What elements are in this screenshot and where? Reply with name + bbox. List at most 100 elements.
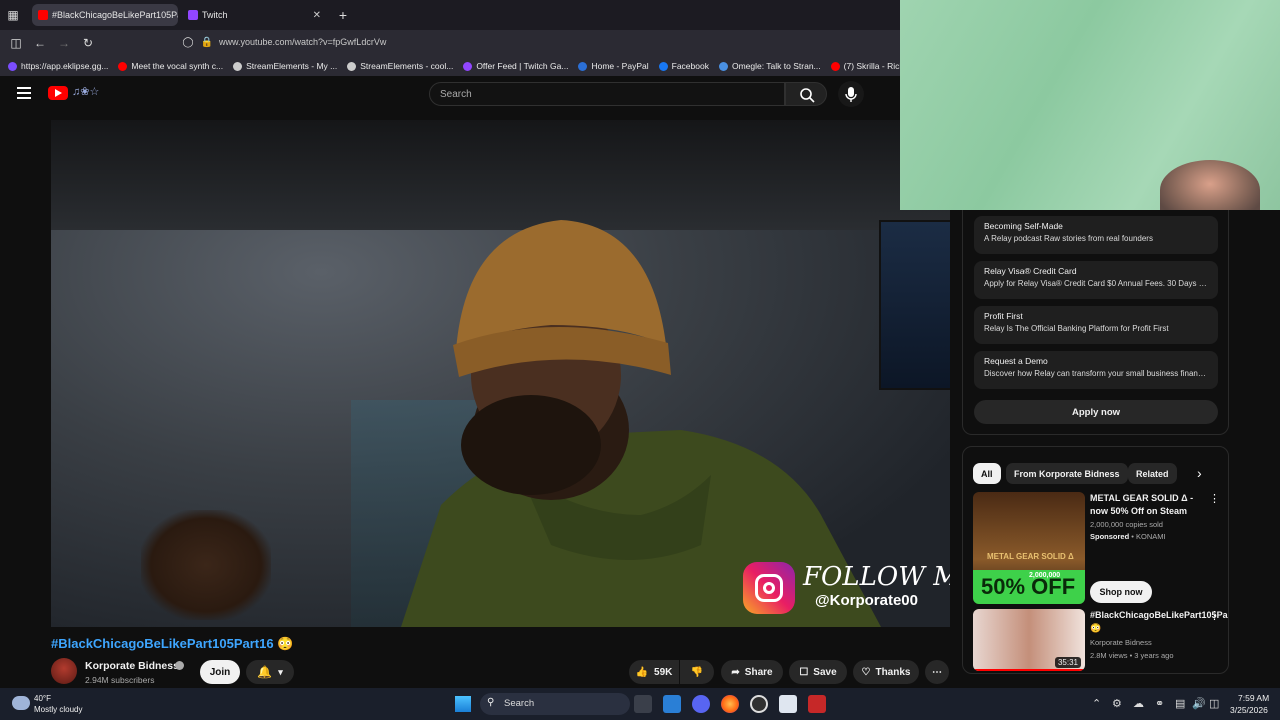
- app-icon[interactable]: [663, 695, 681, 713]
- join-button[interactable]: Join: [200, 660, 240, 684]
- like-button[interactable]: 👍 59K: [629, 660, 679, 684]
- bookmark-icon: [578, 61, 588, 71]
- ad-description: Apply for Relay Visa® Credit Card $0 Ann…: [984, 279, 1208, 288]
- bookmark-label: Omegle: Talk to Stran...: [731, 61, 821, 71]
- bookmark-label: StreamElements - cool...: [360, 61, 454, 71]
- bookmarks-bar: https://app.eklipse.gg... Meet the vocal…: [0, 56, 900, 76]
- bookmark-item[interactable]: (7) Skrilla - Rich Sinner...: [830, 61, 900, 71]
- microphone-tray-icon[interactable]: ⚭: [1155, 697, 1164, 710]
- bookmark-item[interactable]: Offer Feed | Twitch Ga...: [463, 61, 568, 71]
- bookmark-item[interactable]: Omegle: Talk to Stran...: [718, 61, 821, 71]
- bookmark-item[interactable]: StreamElements - My ...: [233, 61, 337, 71]
- forward-icon[interactable]: →: [56, 35, 72, 51]
- tab-label: #BlackChicagoBeLikePart105Pa: [52, 10, 178, 20]
- tab-label: Twitch: [202, 10, 228, 20]
- rec-meta: 2,000,000 copies sold: [1090, 520, 1163, 529]
- webcam-person: [1160, 160, 1260, 210]
- bookmark-save-icon: ☐: [799, 666, 809, 678]
- close-tab-icon[interactable]: ✕: [309, 10, 321, 21]
- doodle-icon: ♫❀☆: [72, 86, 100, 98]
- rec-title[interactable]: #BlackChicagoBeLikePart105Part17 😳: [1090, 609, 1228, 635]
- volume-icon[interactable]: 🔊: [1192, 697, 1206, 710]
- chevron-right-icon[interactable]: ›: [1197, 465, 1202, 481]
- clock-date[interactable]: 3/25/2026: [1230, 705, 1268, 715]
- shield-icon[interactable]: ◯: [180, 35, 196, 51]
- dislike-button[interactable]: 👎: [680, 660, 714, 684]
- windows-start-icon[interactable]: [455, 696, 471, 712]
- bookmark-icon: [118, 61, 128, 71]
- bookmark-item[interactable]: StreamElements - cool...: [347, 61, 453, 71]
- back-icon[interactable]: ←: [32, 35, 48, 51]
- menu-icon[interactable]: [17, 87, 31, 99]
- recommendations-panel: All From Korporate Bidness Related › MET…: [962, 446, 1229, 674]
- youtube-favicon-icon: [38, 10, 48, 20]
- twitch-favicon-icon: [188, 10, 198, 20]
- weather-temp: 40°F: [34, 694, 51, 703]
- share-button[interactable]: ➦ Share: [721, 660, 783, 684]
- thumbs-up-icon: 👍: [635, 666, 649, 678]
- sponsored-thumbnail[interactable]: METAL GEAR SOLID Δ 50% OFF 2,000,000: [973, 492, 1085, 604]
- tab-youtube[interactable]: #BlackChicagoBeLikePart105Pa ✕: [32, 4, 178, 26]
- more-actions-button[interactable]: ⋯: [925, 660, 949, 684]
- chip-all[interactable]: All: [973, 463, 1001, 484]
- ad-link[interactable]: Relay Visa® Credit Card Apply for Relay …: [974, 261, 1218, 299]
- discord-icon[interactable]: [692, 695, 710, 713]
- taskbar-search-box[interactable]: ⚲ Search: [480, 693, 630, 715]
- app-window-icon[interactable]: [779, 695, 797, 713]
- video-player[interactable]: FOLLOW ME @Korporate00: [51, 120, 950, 627]
- shop-now-button[interactable]: Shop now: [1090, 581, 1152, 603]
- video-ceiling: [51, 120, 950, 230]
- browser-tab-bar: ▦ #BlackChicagoBeLikePart105Pa ✕ Twitch …: [0, 0, 900, 30]
- chip-from-channel[interactable]: From Korporate Bidness: [1006, 463, 1128, 484]
- channel-avatar[interactable]: [51, 658, 77, 684]
- obs-icon[interactable]: [750, 695, 768, 713]
- save-button[interactable]: ☐ Save: [789, 660, 847, 684]
- reload-icon[interactable]: ↻: [80, 35, 96, 51]
- weather-icon[interactable]: [12, 696, 30, 710]
- ad-link[interactable]: Becoming Self-Made A Relay podcast Raw s…: [974, 216, 1218, 254]
- bookmark-icon: [830, 61, 840, 71]
- ad-link[interactable]: Request a Demo Discover how Relay can tr…: [974, 351, 1218, 389]
- bookmark-item[interactable]: Meet the vocal synth c...: [118, 61, 223, 71]
- rec-menu-icon[interactable]: ⋮: [1209, 609, 1220, 622]
- apply-now-button[interactable]: Apply now: [974, 400, 1218, 424]
- cloud-icon[interactable]: ☁: [1133, 697, 1144, 710]
- watch-progress-bar: [973, 669, 1085, 671]
- rec-thumbnail[interactable]: 35:31: [973, 609, 1085, 671]
- sidebar-toggle-icon[interactable]: ◫: [8, 35, 24, 51]
- subscribed-notification-button[interactable]: 🔔 ▾: [246, 660, 294, 684]
- firefox-icon[interactable]: [721, 695, 739, 713]
- youtube-logo-icon[interactable]: [48, 86, 68, 100]
- voice-search-button[interactable]: [838, 81, 864, 107]
- battery-icon[interactable]: ◫: [1209, 697, 1219, 710]
- bookmark-item[interactable]: Home - PayPal: [578, 61, 649, 71]
- search-button[interactable]: [785, 82, 827, 106]
- ad-link[interactable]: Profit First Relay Is The Official Banki…: [974, 306, 1218, 344]
- bookmark-item[interactable]: Facebook: [658, 61, 709, 71]
- clock-time[interactable]: 7:59 AM: [1238, 693, 1269, 703]
- advertiser-name: KONAMI: [1135, 532, 1166, 541]
- bookmark-icon: [718, 61, 728, 71]
- channel-name[interactable]: Korporate Bidness: [85, 660, 179, 672]
- bookmark-item[interactable]: https://app.eklipse.gg...: [8, 61, 108, 71]
- chip-related[interactable]: Related: [1128, 463, 1177, 484]
- ad-title: Request a Demo: [984, 356, 1048, 366]
- rec-title[interactable]: METAL GEAR SOLID Δ - now 50% Off on Stea…: [1090, 492, 1208, 518]
- search-icon: ⚲: [487, 697, 495, 708]
- search-input[interactable]: Search: [429, 82, 785, 106]
- rec-menu-icon[interactable]: ⋮: [1209, 492, 1220, 505]
- save-label: Save: [813, 666, 837, 678]
- thanks-icon: ♡: [861, 666, 871, 678]
- network-icon[interactable]: ▤: [1175, 697, 1185, 710]
- app-red-icon[interactable]: [808, 695, 826, 713]
- thanks-button[interactable]: ♡ Thanks: [853, 660, 919, 684]
- tab-list-icon[interactable]: ▦: [5, 7, 21, 23]
- tray-chevron-icon[interactable]: ⌃: [1092, 697, 1101, 710]
- video-title[interactable]: #BlackChicagoBeLikePart105Part16 😳: [51, 636, 293, 652]
- tray-icon[interactable]: ⚙: [1112, 697, 1122, 710]
- url-field[interactable]: www.youtube.com/watch?v=fpGwfLdcrVw: [219, 37, 386, 47]
- rec-channel[interactable]: Korporate Bidness: [1090, 638, 1152, 647]
- new-tab-button[interactable]: +: [335, 7, 351, 23]
- task-view-icon[interactable]: [634, 695, 652, 713]
- tab-twitch[interactable]: Twitch ✕: [182, 4, 327, 26]
